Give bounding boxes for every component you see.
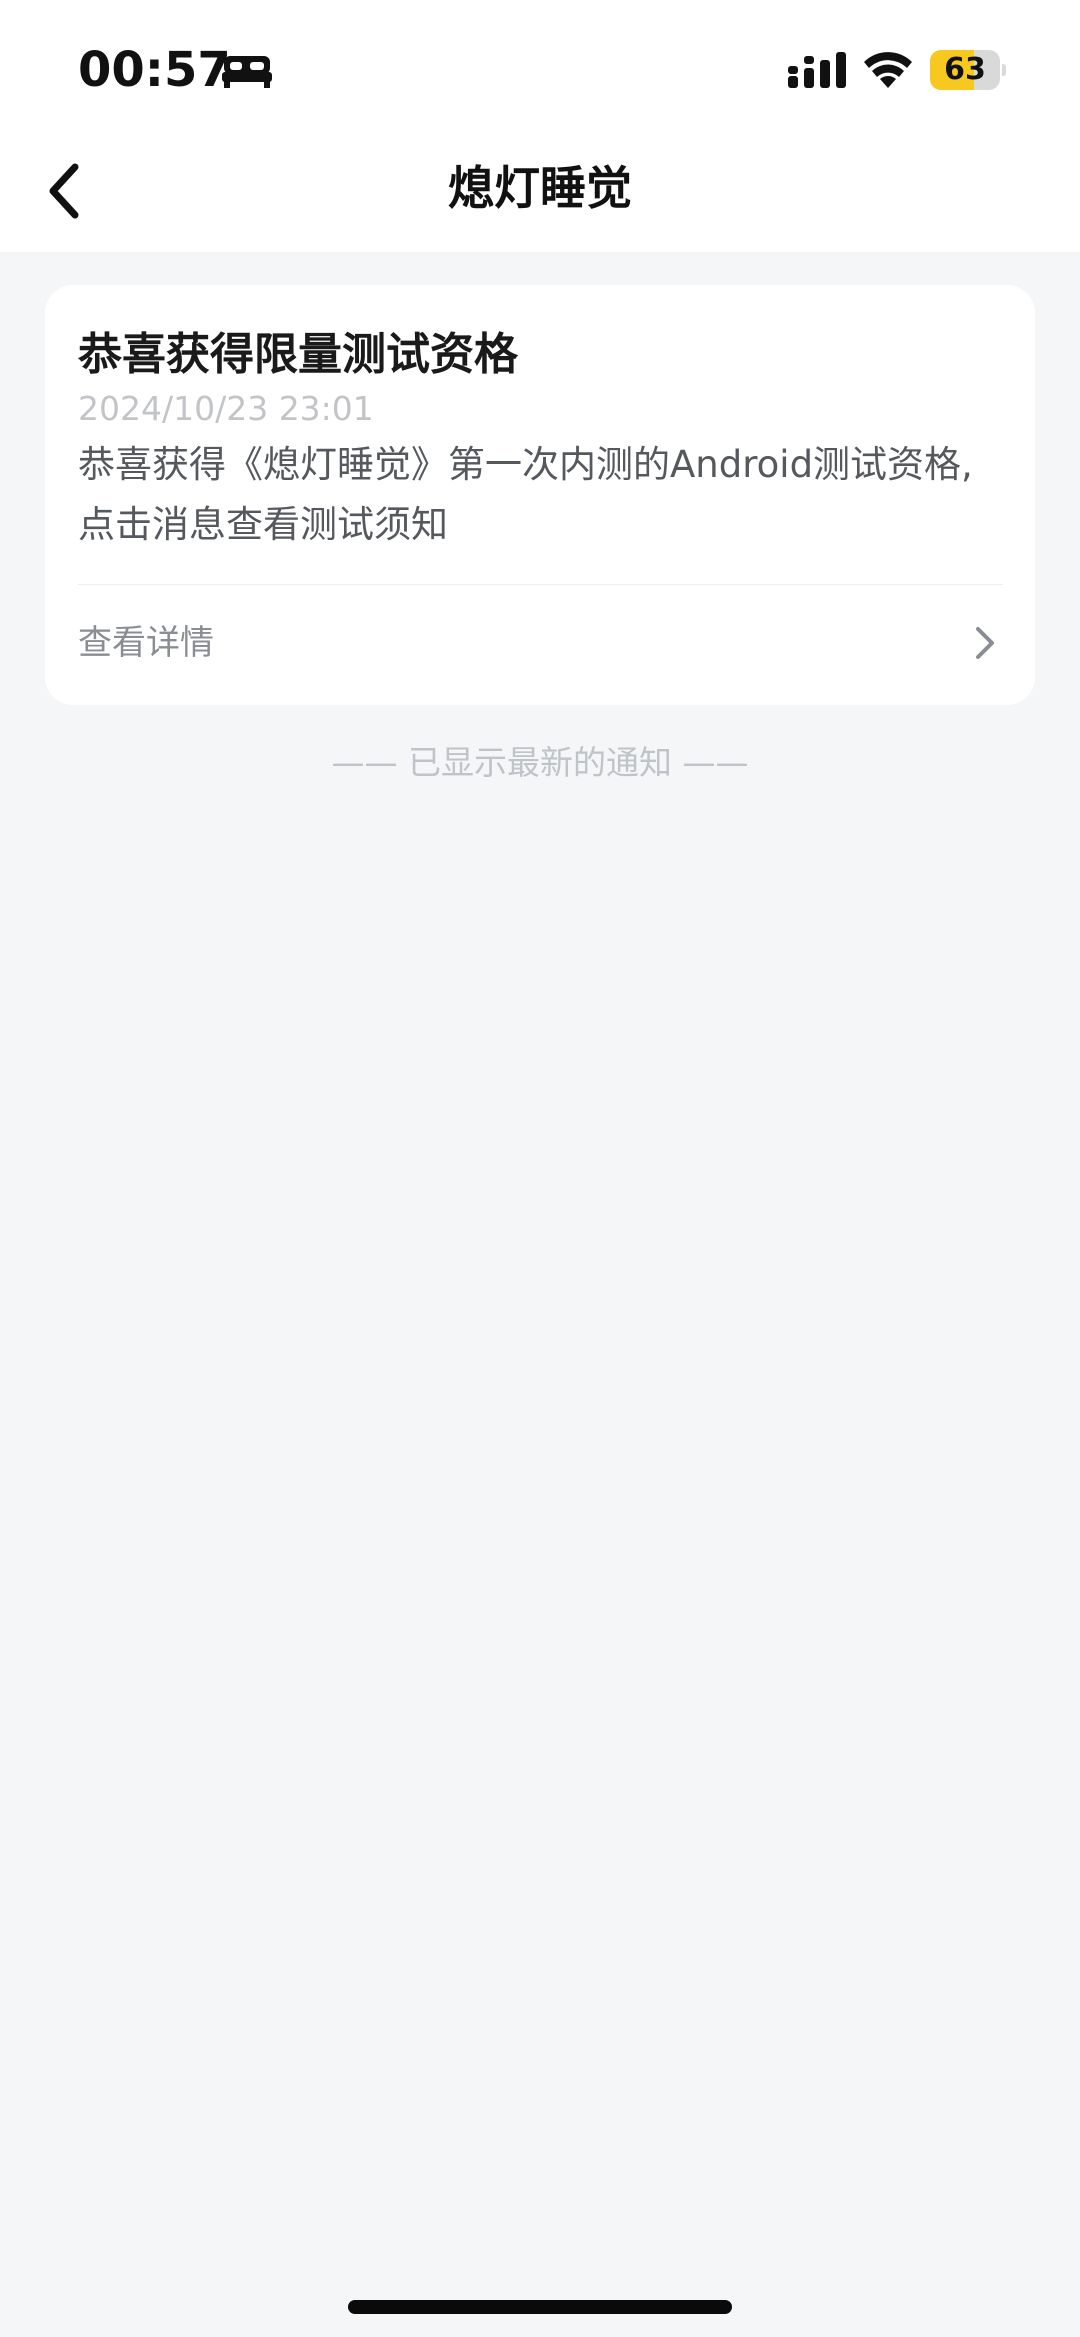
notification-timestamp: 2024/10/23 23:01	[78, 389, 374, 428]
view-details-label: 查看详情	[78, 623, 214, 663]
notification-title: 恭喜获得限量测试资格	[78, 329, 518, 380]
battery-level: 63	[944, 52, 986, 87]
notification-page: 00:57 63 熄灯睡觉 恭喜获得限量测试资格 2024/10/23 23:0…	[0, 0, 1080, 2337]
nav-header: 熄灯睡觉	[0, 130, 1080, 252]
page-title: 熄灯睡觉	[448, 161, 632, 215]
notification-card[interactable]: 恭喜获得限量测试资格 2024/10/23 23:01 恭喜获得《熄灯睡觉》第一…	[45, 285, 1035, 705]
end-of-list-note: —— 已显示最新的通知 ——	[331, 743, 749, 782]
wifi-icon	[864, 52, 912, 88]
battery-icon: 63	[930, 50, 1006, 90]
bed-icon	[222, 56, 272, 88]
status-time: 00:57	[78, 42, 231, 98]
status-bar: 00:57 63	[0, 0, 1080, 130]
view-details-link[interactable]: 查看详情	[45, 585, 1035, 705]
notification-body: 恭喜获得《熄灯睡觉》第一次内测的Android测试资格,点击消息查看测试须知	[78, 443, 973, 546]
signal-icon	[788, 52, 846, 88]
top-bar: 00:57 63 熄灯睡觉	[0, 0, 1080, 252]
home-indicator[interactable]	[348, 2300, 732, 2314]
chevron-right-icon	[976, 627, 994, 659]
